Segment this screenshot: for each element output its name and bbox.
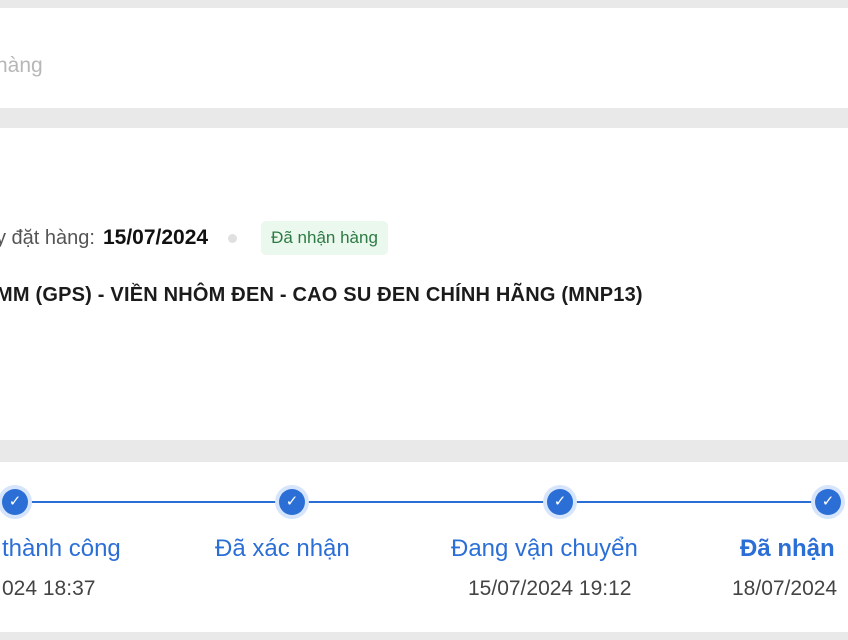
timeline-connector xyxy=(573,501,813,503)
check-icon: ✓ xyxy=(547,489,573,515)
timeline-connector xyxy=(27,501,277,503)
step-title-confirmed: Đã xác nhận xyxy=(215,535,350,562)
product-name: MM (GPS) - VIỀN NHÔM ĐEN - CAO SU ĐEN CH… xyxy=(0,284,643,306)
order-date-value: 15/07/2024 xyxy=(102,226,209,249)
timeline-connector xyxy=(305,501,545,503)
step-time-placed: 024 18:37 xyxy=(2,577,96,600)
search-hint: hàng xyxy=(0,54,43,77)
check-icon: ✓ xyxy=(279,489,305,515)
step-time-received: 18/07/2024 xyxy=(732,577,838,600)
check-icon: ✓ xyxy=(2,489,28,515)
separator-dot xyxy=(228,233,238,243)
check-icon: ✓ xyxy=(815,489,841,515)
order-card: y đặt hàng: 15/07/2024 Đã nhận hàng MM (… xyxy=(0,128,848,440)
step-title-received: Đã nhận xyxy=(740,535,835,562)
order-date-label: y đặt hàng: xyxy=(0,226,95,249)
step-time-shipping: 15/07/2024 19:12 xyxy=(468,577,632,600)
order-date-row: y đặt hàng: 15/07/2024 Đã nhận hàng xyxy=(0,221,388,255)
search-card: hàng xyxy=(0,8,848,108)
step-title-shipping: Đang vận chuyển xyxy=(451,535,638,562)
step-title-placed: thành công xyxy=(2,535,121,562)
order-timeline: ✓ ✓ ✓ ✓ thành công Đã xác nhận Đang vận … xyxy=(0,462,848,632)
status-badge: Đã nhận hàng xyxy=(261,221,388,255)
